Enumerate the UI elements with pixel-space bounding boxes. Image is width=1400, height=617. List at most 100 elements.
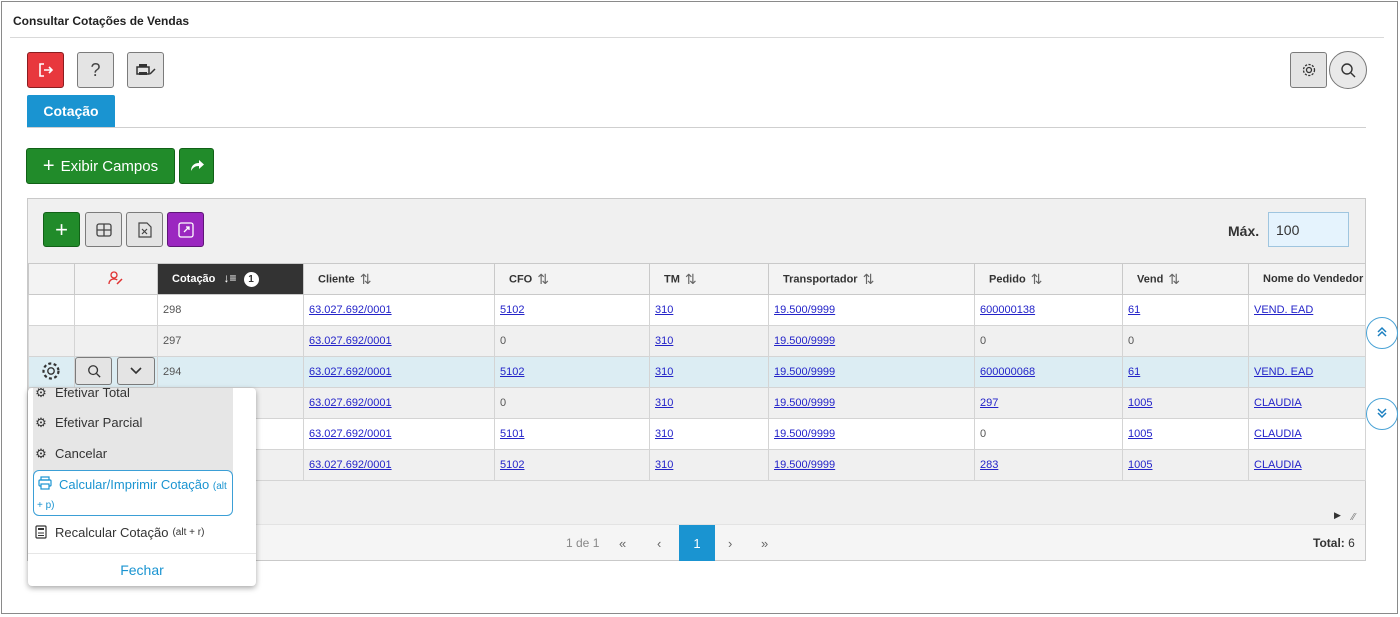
nome-link[interactable]: CLAUDIA (1254, 397, 1302, 409)
row-actions-cell (74, 294, 158, 326)
transportador-link[interactable]: 19.500/9999 (774, 366, 835, 378)
help-button[interactable]: ? (77, 52, 114, 88)
search-button[interactable] (1329, 51, 1367, 89)
share-button[interactable] (179, 148, 214, 184)
cell-vend: 1005 (1122, 418, 1249, 450)
transportador-link[interactable]: 19.500/9999 (774, 459, 835, 471)
header-cotacao-label: Cotação (172, 273, 216, 286)
table-row[interactable]: 298 63.027.692/0001 5102 310 19.500/9999… (28, 294, 1366, 326)
vend-link[interactable]: 1005 (1128, 459, 1152, 471)
cfo-link[interactable]: 5102 (500, 459, 524, 471)
cliente-link[interactable]: 63.027.692/0001 (309, 335, 392, 347)
header-user-column[interactable] (74, 263, 158, 295)
exit-button[interactable] (27, 52, 64, 88)
total-count: Total: 6 (1313, 536, 1355, 550)
cell-nome: VEND. EAD (1248, 356, 1366, 388)
cell-cliente: 63.027.692/0001 (303, 387, 495, 419)
header-vend[interactable]: Vend ⇅ (1122, 263, 1249, 295)
page-info: 1 de 1 (566, 536, 600, 550)
last-page-icon[interactable]: » (761, 536, 768, 551)
scroll-top-button[interactable] (1366, 317, 1398, 349)
menu-item-recalcular[interactable]: Recalcular Cotação (alt + r) (33, 525, 233, 545)
sort-icon: ⇅ (862, 270, 875, 287)
pedido-link[interactable]: 600000068 (980, 366, 1035, 378)
cell-pedido: 283 (974, 449, 1123, 481)
tm-link[interactable]: 310 (655, 459, 673, 471)
pedido-link[interactable]: 283 (980, 459, 998, 471)
excel-export-button[interactable] (126, 212, 163, 247)
transportador-link[interactable]: 19.500/9999 (774, 335, 835, 347)
tm-link[interactable]: 310 (655, 335, 673, 347)
tm-link[interactable]: 310 (655, 304, 673, 316)
header-pedido-label: Pedido (989, 272, 1026, 285)
current-page-button[interactable]: 1 (679, 525, 715, 561)
cliente-link[interactable]: 63.027.692/0001 (309, 397, 392, 409)
scroll-bottom-button[interactable] (1366, 398, 1398, 430)
cell-cliente: 63.027.692/0001 (303, 294, 495, 326)
transportador-link[interactable]: 19.500/9999 (774, 428, 835, 440)
cliente-link[interactable]: 63.027.692/0001 (309, 459, 392, 471)
vend-link[interactable]: 1005 (1128, 428, 1152, 440)
cfo-link[interactable]: 5101 (500, 428, 524, 440)
cliente-link[interactable]: 63.027.692/0001 (309, 428, 392, 440)
nome-link[interactable]: CLAUDIA (1254, 459, 1302, 471)
cell-transportador: 19.500/9999 (768, 418, 975, 450)
header-tm[interactable]: TM ⇅ (649, 263, 769, 295)
header-cliente[interactable]: Cliente ⇅ (303, 263, 495, 295)
max-input[interactable] (1268, 212, 1349, 247)
page-title: Consultar Cotações de Vendas (13, 14, 190, 28)
header-cotacao[interactable]: Cotação ↓≡ 1 (157, 263, 304, 295)
nome-link[interactable]: VEND. EAD (1254, 304, 1313, 316)
vend-link[interactable]: 61 (1128, 366, 1140, 378)
vend-link[interactable]: 61 (1128, 304, 1140, 316)
menu-item-efetivar-total[interactable]: ⚙ Efetivar Total (33, 388, 233, 405)
menu-close-button[interactable]: Fechar (28, 553, 256, 586)
tm-link[interactable]: 310 (655, 397, 673, 409)
scroll-right-icon[interactable]: ▶ (1334, 510, 1341, 521)
nome-link[interactable]: VEND. EAD (1254, 366, 1313, 378)
transportador-link[interactable]: 19.500/9999 (774, 397, 835, 409)
cell-transportador: 19.500/9999 (768, 356, 975, 388)
printer-icon (135, 62, 157, 78)
cell-cotacao: 298 (157, 294, 304, 326)
expand-button[interactable] (167, 212, 204, 247)
prev-page-icon[interactable]: ‹ (657, 536, 661, 551)
resize-grip-icon[interactable]: ⁄⁄ (1352, 512, 1355, 523)
tab-cotacao[interactable]: Cotação (27, 95, 115, 127)
table-row[interactable]: 297 63.027.692/0001 0 310 19.500/9999 0 … (28, 325, 1366, 357)
menu-item-label: Cancelar (55, 446, 108, 461)
row-search-button[interactable] (75, 357, 112, 385)
menu-item-efetivar-parcial[interactable]: ⚙ Efetivar Parcial (33, 415, 233, 435)
pedido-link[interactable]: 600000138 (980, 304, 1035, 316)
nome-link[interactable]: CLAUDIA (1254, 428, 1302, 440)
settings-button[interactable] (1290, 52, 1327, 88)
print-button[interactable] (127, 52, 164, 88)
cfo-link[interactable]: 5102 (500, 366, 524, 378)
first-page-icon[interactable]: « (619, 536, 626, 551)
tm-link[interactable]: 310 (655, 366, 673, 378)
row-dropdown-button[interactable] (117, 357, 155, 385)
plus-icon: + (55, 216, 68, 242)
columns-button[interactable] (85, 212, 122, 247)
pedido-link[interactable]: 297 (980, 397, 998, 409)
cliente-link[interactable]: 63.027.692/0001 (309, 366, 392, 378)
header-pedido[interactable]: Pedido ⇅ (974, 263, 1123, 295)
next-page-icon[interactable]: › (728, 536, 732, 551)
header-transportador[interactable]: Transportador ⇅ (768, 263, 975, 295)
table-row-selected[interactable]: 294 63.027.692/0001 5102 310 19.500/9999… (28, 356, 1366, 388)
cell-tm: 310 (649, 387, 769, 419)
header-cfo[interactable]: CFO ⇅ (494, 263, 650, 295)
show-fields-button[interactable]: + Exibir Campos (26, 148, 175, 184)
cliente-link[interactable]: 63.027.692/0001 (309, 304, 392, 316)
menu-item-calcular-imprimir[interactable]: Calcular/Imprimir Cotação (alt + p) (33, 470, 233, 516)
transportador-link[interactable]: 19.500/9999 (774, 304, 835, 316)
vend-link[interactable]: 1005 (1128, 397, 1152, 409)
add-row-button[interactable]: + (43, 212, 80, 247)
sort-icon: ⇅ (684, 270, 697, 287)
tm-link[interactable]: 310 (655, 428, 673, 440)
menu-item-cancelar[interactable]: ⚙ Cancelar (33, 446, 233, 466)
cell-cfo: 0 (494, 387, 650, 419)
header-nome-vendedor[interactable]: Nome do Vendedor (1248, 263, 1366, 295)
row-settings-button[interactable] (33, 357, 69, 385)
cfo-link[interactable]: 5102 (500, 304, 524, 316)
